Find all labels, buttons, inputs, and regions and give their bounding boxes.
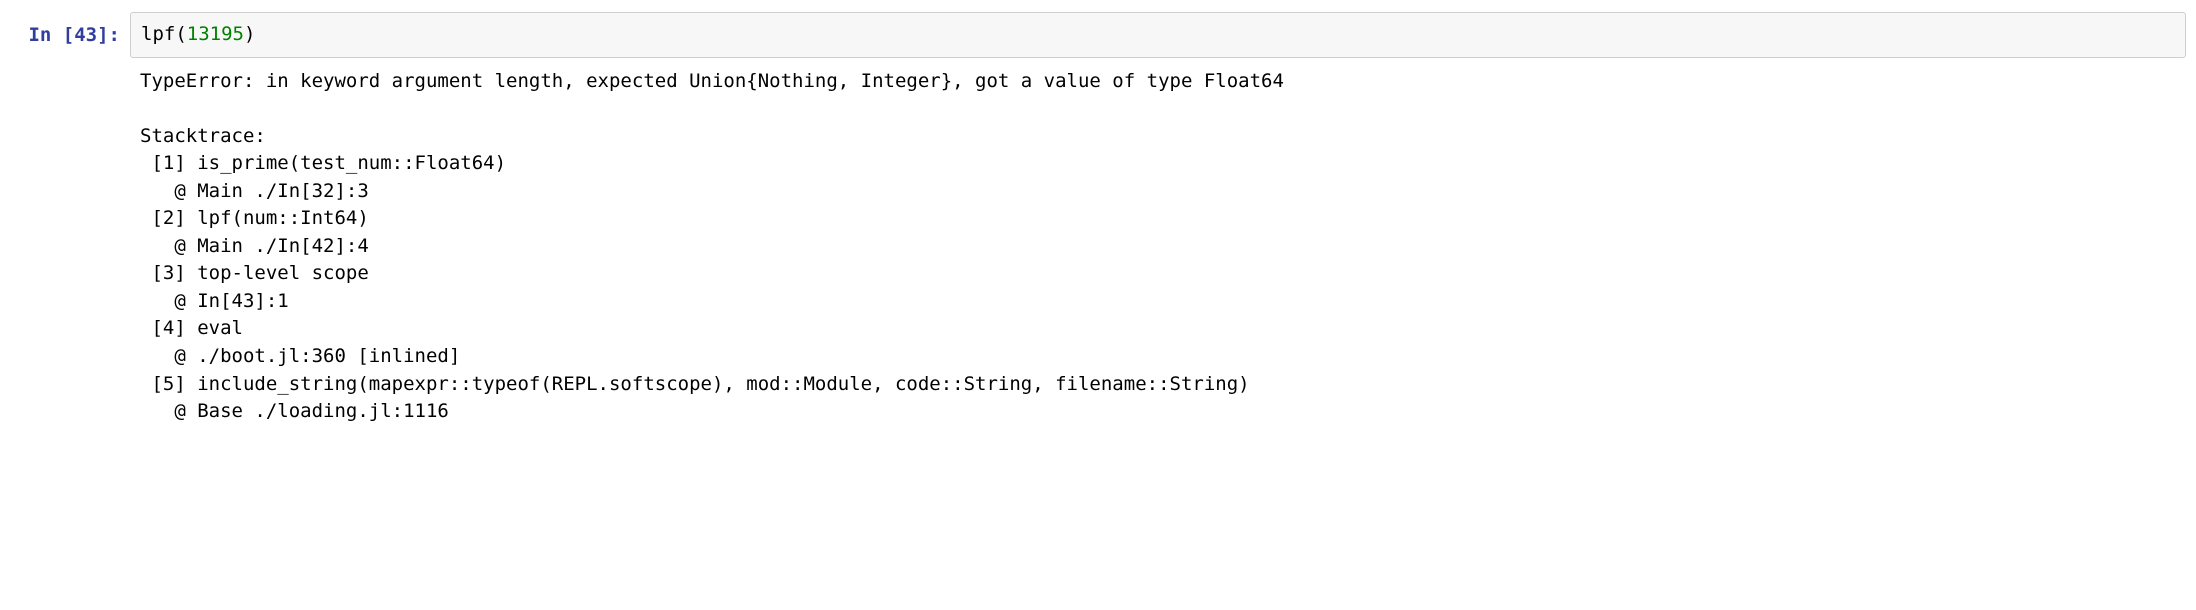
code-open-paren: ( (175, 23, 186, 45)
output-row: TypeError: in keyword argument length, e… (10, 58, 2186, 432)
output-prompt-spacer (10, 58, 130, 432)
stacktrace-header: Stacktrace: (140, 125, 266, 147)
stack-frame: @ In[43]:1 (140, 290, 289, 312)
prompt-number: 43 (74, 24, 97, 46)
stack-frame: [4] eval (140, 317, 243, 339)
prompt-suffix: ]: (97, 24, 120, 46)
stack-frame: @ Main ./In[42]:4 (140, 235, 369, 257)
error-message: TypeError: in keyword argument length, e… (140, 70, 1284, 92)
code-number-literal: 13195 (187, 23, 244, 45)
cell-content: lpf(13195) (130, 12, 2186, 58)
error-output: TypeError: in keyword argument length, e… (130, 58, 2186, 432)
stack-frame: @ ./boot.jl:360 [inlined] (140, 345, 460, 367)
output-content: TypeError: in keyword argument length, e… (130, 58, 2186, 432)
prompt-prefix: In [ (28, 24, 74, 46)
stack-frame: @ Main ./In[32]:3 (140, 180, 369, 202)
code-function-name: lpf (141, 23, 175, 45)
stack-frame: [1] is_prime(test_num::Float64) (140, 152, 506, 174)
input-prompt: In [43]: (10, 12, 130, 58)
code-input[interactable]: lpf(13195) (130, 12, 2186, 58)
stack-frame: [2] lpf(num::Int64) (140, 207, 369, 229)
stack-frame: [3] top-level scope (140, 262, 369, 284)
notebook-cell: In [43]: lpf(13195) (10, 12, 2186, 58)
code-close-paren: ) (244, 23, 255, 45)
stack-frame: @ Base ./loading.jl:1116 (140, 400, 449, 422)
stack-frame: [5] include_string(mapexpr::typeof(REPL.… (140, 373, 1250, 395)
